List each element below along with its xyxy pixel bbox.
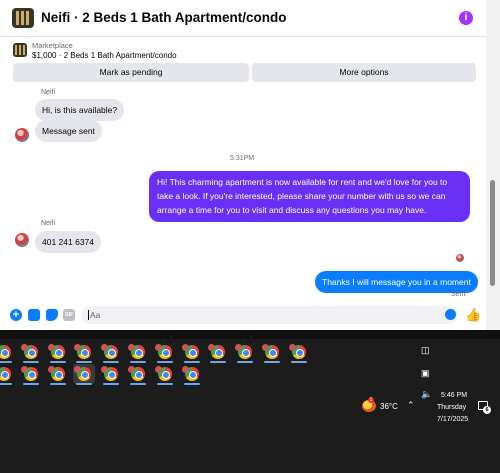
chat-header: Neifi · 2 Beds 1 Bath Apartment/condo i [0,0,486,37]
message-composer: + GIF Aa 👍 [0,303,486,327]
message-timestamp: 5:31PM [230,155,255,162]
sticker-icon[interactable] [46,309,58,321]
chat-scrollbar[interactable] [486,0,500,330]
chrome-icon[interactable] [288,342,310,363]
info-icon[interactable]: i [459,11,473,25]
marketplace-label: Marketplace [32,41,73,50]
speaker-icon[interactable]: 🔈 [421,389,432,400]
message-status: Sent [451,291,466,298]
chrome-icon[interactable] [181,342,203,363]
chrome-icon[interactable] [73,364,96,385]
chrome-icon[interactable] [100,364,122,385]
listing-thumbnail-small[interactable] [13,43,27,57]
chrome-icon[interactable] [127,342,149,363]
chrome-icon[interactable] [47,342,69,363]
clock-date[interactable]: 7/17/2025 [437,416,468,423]
chrome-icon[interactable] [154,342,176,363]
chrome-icon[interactable] [154,364,176,385]
chrome-icon[interactable] [234,342,256,363]
more-options-button[interactable]: More options [252,63,476,82]
temperature[interactable]: 36°C [380,402,398,411]
chrome-icon[interactable] [261,342,283,363]
scrollbar-thumb[interactable] [490,180,495,286]
avatar[interactable] [15,233,29,247]
notification-count-badge: 6 [483,406,491,414]
chrome-icon[interactable] [127,364,149,385]
taskview-icon[interactable]: ◫ [421,345,430,356]
like-icon[interactable]: 👍 [465,307,481,323]
chrome-icon[interactable] [47,364,69,385]
messenger-chat-window: Neifi · 2 Beds 1 Bath Apartment/condo i … [0,0,486,330]
chrome-icon[interactable] [100,342,122,363]
read-receipt-avatar [456,254,464,262]
chevron-up-icon[interactable]: ⌃ [407,400,415,411]
avatar[interactable] [15,128,29,142]
photo-icon[interactable] [28,309,40,321]
chrome-icon[interactable] [20,364,42,385]
chrome-icon[interactable] [0,364,15,385]
message-input[interactable]: Aa [81,306,458,324]
clock-time[interactable]: 5:46 PM [441,392,467,399]
outgoing-message[interactable]: Hi! This charming apartment is now avail… [149,171,470,222]
plus-icon[interactable]: + [10,309,22,321]
chrome-icon[interactable] [20,342,42,363]
gif-icon[interactable]: GIF [63,309,75,321]
chrome-icon[interactable] [207,342,229,363]
outgoing-message[interactable]: Thanks I will message you in a moment [315,271,478,293]
chrome-icon[interactable] [181,364,203,385]
chrome-icon[interactable] [0,342,15,363]
mark-as-pending-button[interactable]: Mark as pending [13,63,249,82]
incoming-message[interactable]: Hi, is this available? [35,99,125,121]
incoming-message[interactable]: 401 241 6374 [35,231,101,253]
weather-alert-badge: 1 [368,397,374,403]
emoji-icon[interactable] [445,309,456,320]
listing-price-line[interactable]: $1,000 · 2 Beds 1 Bath Apartment/condo [32,51,177,60]
chrome-icon[interactable] [73,342,95,363]
sender-name: Neifi [41,220,56,227]
message-input-placeholder: Aa [90,310,101,320]
clock-day[interactable]: Thursday [437,404,466,411]
text-caret [88,310,89,320]
listing-summary: Marketplace $1,000 · 2 Beds 1 Bath Apart… [0,38,486,88]
incoming-message[interactable]: Message sent [35,120,102,142]
sender-name: Neifi [41,89,56,96]
display-icon[interactable]: ▣ [421,368,430,379]
chat-title[interactable]: Neifi · 2 Beds 1 Bath Apartment/condo [41,10,287,25]
listing-thumbnail[interactable] [12,8,34,28]
